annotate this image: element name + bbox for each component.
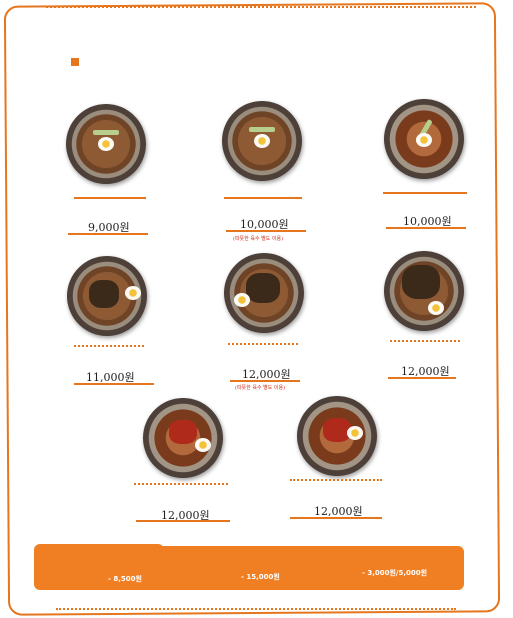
price-rule [134,483,228,485]
bowl-image [384,99,464,179]
bowl-image [143,398,223,478]
price-rule [383,192,467,194]
cucumber-topping [93,130,119,135]
menu-page: 9,000원 10,000원 (따뜻한 육수 별도 이용) 10,000원 11… [0,0,513,618]
banner-price-center: - 15,000원 [241,573,280,581]
egg-topping [254,134,270,148]
price-note: (따뜻한 육수 별도 이용) [235,385,286,391]
beef-topping [89,280,119,308]
kimchi-topping [169,420,197,444]
egg-topping [125,286,141,300]
egg-topping [234,293,250,307]
price-underline [290,517,382,519]
price-underline [68,233,148,235]
egg-topping [195,438,211,452]
price-underline [388,377,456,379]
section-marker-icon [71,58,79,66]
price-underline [230,380,300,382]
top-dotted-rule [46,6,476,8]
egg-topping [428,301,444,315]
bowl-image [66,104,146,184]
egg-topping [347,426,363,440]
price-underline [136,520,230,522]
price-rule [290,479,382,481]
price-rule [74,345,144,347]
bowl-image [224,253,304,333]
bottom-dotted-rule [56,608,456,610]
banner-price-right: - 3,000원/5,000원 [362,569,428,577]
egg-topping [416,133,432,147]
price-underline [74,383,154,385]
price-note: (따뜻한 육수 별도 이용) [233,236,284,242]
price-rule [224,197,302,199]
bowl-image [222,101,302,181]
price-underline [226,230,306,232]
price-rule [74,197,146,199]
egg-topping [98,137,114,151]
bowl-image [384,251,464,331]
banner-price-left: - 8,500원 [108,575,142,583]
price-rule [390,340,460,342]
cucumber-topping [249,127,275,132]
bowl-image [297,396,377,476]
price-rule [228,343,298,345]
price-underline [386,227,466,229]
beef-topping [402,265,440,299]
bowl-image [67,256,147,336]
beef-topping [246,273,280,303]
